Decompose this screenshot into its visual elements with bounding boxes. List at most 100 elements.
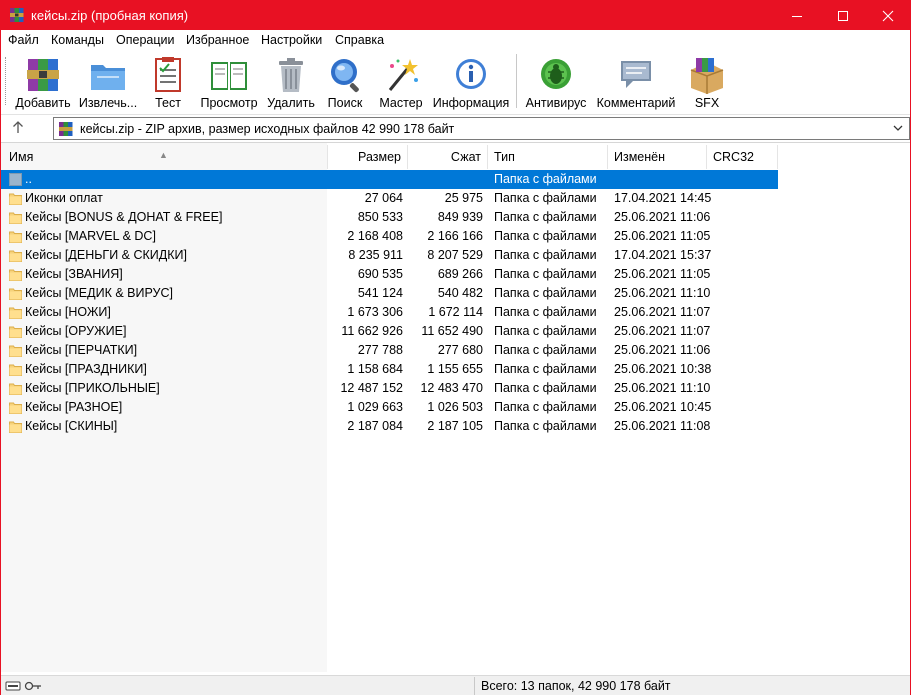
menu-file[interactable]: Файл <box>8 33 39 47</box>
file-name: Кейсы [СКИНЫ] <box>25 419 118 433</box>
file-size: 8 235 911 <box>348 248 403 262</box>
sfx-label: SFX <box>694 96 720 110</box>
minimize-icon <box>792 15 802 17</box>
file-name: Кейсы [РАЗНОЕ] <box>25 400 123 414</box>
file-type: Папка с файлами <box>494 362 597 376</box>
column-header-type[interactable]: Тип <box>488 145 608 169</box>
parent-folder-row[interactable]: .. Папка с файлами <box>1 170 778 189</box>
column-header-size[interactable]: Размер <box>328 145 408 169</box>
file-type: Папка с файлами <box>494 248 597 262</box>
column-header-modified[interactable]: Изменён <box>608 145 707 169</box>
file-packed: 2 166 166 <box>427 229 483 243</box>
column-name-label: Имя <box>9 150 34 164</box>
file-size: 1 158 684 <box>347 362 403 376</box>
column-header-crc[interactable]: CRC32 <box>707 145 778 169</box>
drive-key-icon[interactable] <box>5 679 45 693</box>
file-type: Папка с файлами <box>494 400 597 414</box>
toolbar-grip[interactable] <box>5 57 8 105</box>
file-type: Папка с файлами <box>494 229 597 243</box>
file-name: Кейсы [ПЕРЧАТКИ] <box>25 343 138 357</box>
file-size: 850 533 <box>357 210 403 224</box>
close-button[interactable] <box>865 1 911 30</box>
menu-commands[interactable]: Команды <box>51 33 104 47</box>
sfx-button[interactable]: SFX <box>685 54 729 110</box>
file-modified: 25.06.2021 11:10 <box>614 381 711 395</box>
column-header-name[interactable]: Имя ▲ <box>1 145 328 169</box>
maximize-button[interactable] <box>820 1 866 30</box>
menu-operations[interactable]: Операции <box>116 33 174 47</box>
table-row[interactable]: Кейсы [ЗВАНИЯ] 690 535 689 266 Папка с файл… <box>1 265 778 284</box>
folder-icon <box>9 307 22 319</box>
comment-label: Комментарий <box>596 96 676 110</box>
view-button[interactable]: Просмотр <box>197 54 261 110</box>
list-header: Имя ▲ Размер Сжат Тип Изменён CRC32 <box>1 145 778 169</box>
folder-icon <box>9 288 22 300</box>
antivirus-button[interactable]: Антивирус <box>523 54 589 110</box>
address-bar[interactable]: кейсы.zip - ZIP архив, размер исходных ф… <box>53 117 910 140</box>
table-row[interactable]: Кейсы [НОЖИ] 1 673 306 1 672 114 Папка с фа… <box>1 303 778 322</box>
file-packed: 1 672 114 <box>428 305 483 319</box>
file-type: Папка с файлами <box>494 419 597 433</box>
file-size: 541 124 <box>357 286 403 300</box>
file-size: 2 187 084 <box>347 419 403 433</box>
file-packed: 8 207 529 <box>427 248 483 262</box>
folder-icon <box>9 212 22 224</box>
table-row[interactable]: Кейсы [СКИНЫ] 2 187 084 2 187 105 Папка с ф… <box>1 417 778 436</box>
wizard-wand-icon <box>388 59 418 91</box>
file-modified: 25.06.2021 11:07 <box>614 305 711 319</box>
file-packed: 540 482 <box>437 286 483 300</box>
chevron-down-icon[interactable] <box>891 121 905 135</box>
wizard-button[interactable]: Мастер <box>375 54 427 110</box>
file-modified: 17.04.2021 15:37 <box>614 248 712 262</box>
find-button[interactable]: Поиск <box>322 54 368 110</box>
file-modified: 25.06.2021 11:06 <box>614 210 711 224</box>
file-modified: 25.06.2021 10:38 <box>614 362 712 376</box>
parent-folder-icon <box>9 173 22 186</box>
file-name: Кейсы [ПРИКОЛЬНЫЕ] <box>25 381 160 395</box>
file-name: Кейсы [ОРУЖИЕ] <box>25 324 127 338</box>
file-packed: 25 975 <box>444 191 483 205</box>
comment-icon <box>621 61 651 88</box>
info-label: Информация <box>432 96 510 110</box>
table-row[interactable]: Кейсы [МЕДИК & ВИРУС] 541 124 540 482 Папка… <box>1 284 778 303</box>
table-row[interactable]: Кейсы [ОРУЖИЕ] 11 662 926 11 652 490 Папка … <box>1 322 778 341</box>
file-size: 1 673 306 <box>347 305 403 319</box>
winrar-app-icon[interactable] <box>9 7 25 23</box>
sort-up-icon: ▲ <box>159 150 168 160</box>
extract-button[interactable]: Извлечь... <box>77 54 139 110</box>
test-label: Тест <box>155 96 181 110</box>
menu-bar: Файл Команды Операции Избранное Настройк… <box>1 30 910 50</box>
file-list[interactable]: Имя ▲ Размер Сжат Тип Изменён CRC32 .. Па… <box>1 142 910 672</box>
file-type: Папка с файлами <box>494 286 597 300</box>
antivirus-label: Антивирус <box>525 96 587 110</box>
up-folder-button[interactable] <box>11 120 33 138</box>
test-button[interactable]: Тест <box>145 54 191 110</box>
minimize-button[interactable] <box>774 1 820 30</box>
column-header-packed[interactable]: Сжат <box>408 145 488 169</box>
table-row[interactable]: Кейсы [BONUS & ДОНАТ & FREE] 850 533 849 9… <box>1 208 778 227</box>
file-type: Папка с файлами <box>494 343 597 357</box>
info-button[interactable]: Информация <box>431 54 511 110</box>
close-icon <box>882 10 894 21</box>
file-modified: 25.06.2021 11:06 <box>614 343 711 357</box>
file-type: Папка с файлами <box>494 191 597 205</box>
table-row[interactable]: Иконки оплат 27 064 25 975 Папка с файлами 1… <box>1 189 778 208</box>
table-row[interactable]: Кейсы [ПРАЗДНИКИ] 1 158 684 1 155 655 Папка… <box>1 360 778 379</box>
menu-favorites[interactable]: Избранное <box>186 33 249 47</box>
file-name: Кейсы [ПРАЗДНИКИ] <box>25 362 147 376</box>
title-bar[interactable]: кейсы.zip (пробная копия) <box>1 1 910 30</box>
add-archive-icon <box>27 59 59 91</box>
comment-button[interactable]: Комментарий <box>594 54 678 110</box>
table-row[interactable]: Кейсы [РАЗНОЕ] 1 029 663 1 026 503 Папка с … <box>1 398 778 417</box>
table-row[interactable]: Кейсы [ПЕРЧАТКИ] 277 788 277 680 Папка с фа… <box>1 341 778 360</box>
file-packed: 1 026 503 <box>427 400 483 414</box>
add-button[interactable]: Добавить <box>13 54 73 110</box>
file-type: Папка с файлами <box>494 267 597 281</box>
menu-help[interactable]: Справка <box>335 33 384 47</box>
column-modified-label: Изменён <box>614 150 666 164</box>
table-row[interactable]: Кейсы [MARVEL & DC] 2 168 408 2 166 166 Пап… <box>1 227 778 246</box>
table-row[interactable]: Кейсы [ДЕНЬГИ & СКИДКИ] 8 235 911 8 207 52… <box>1 246 778 265</box>
menu-settings[interactable]: Настройки <box>261 33 322 47</box>
table-row[interactable]: Кейсы [ПРИКОЛЬНЫЕ] 12 487 152 12 483 470 Па… <box>1 379 778 398</box>
delete-button[interactable]: Удалить <box>265 54 317 110</box>
